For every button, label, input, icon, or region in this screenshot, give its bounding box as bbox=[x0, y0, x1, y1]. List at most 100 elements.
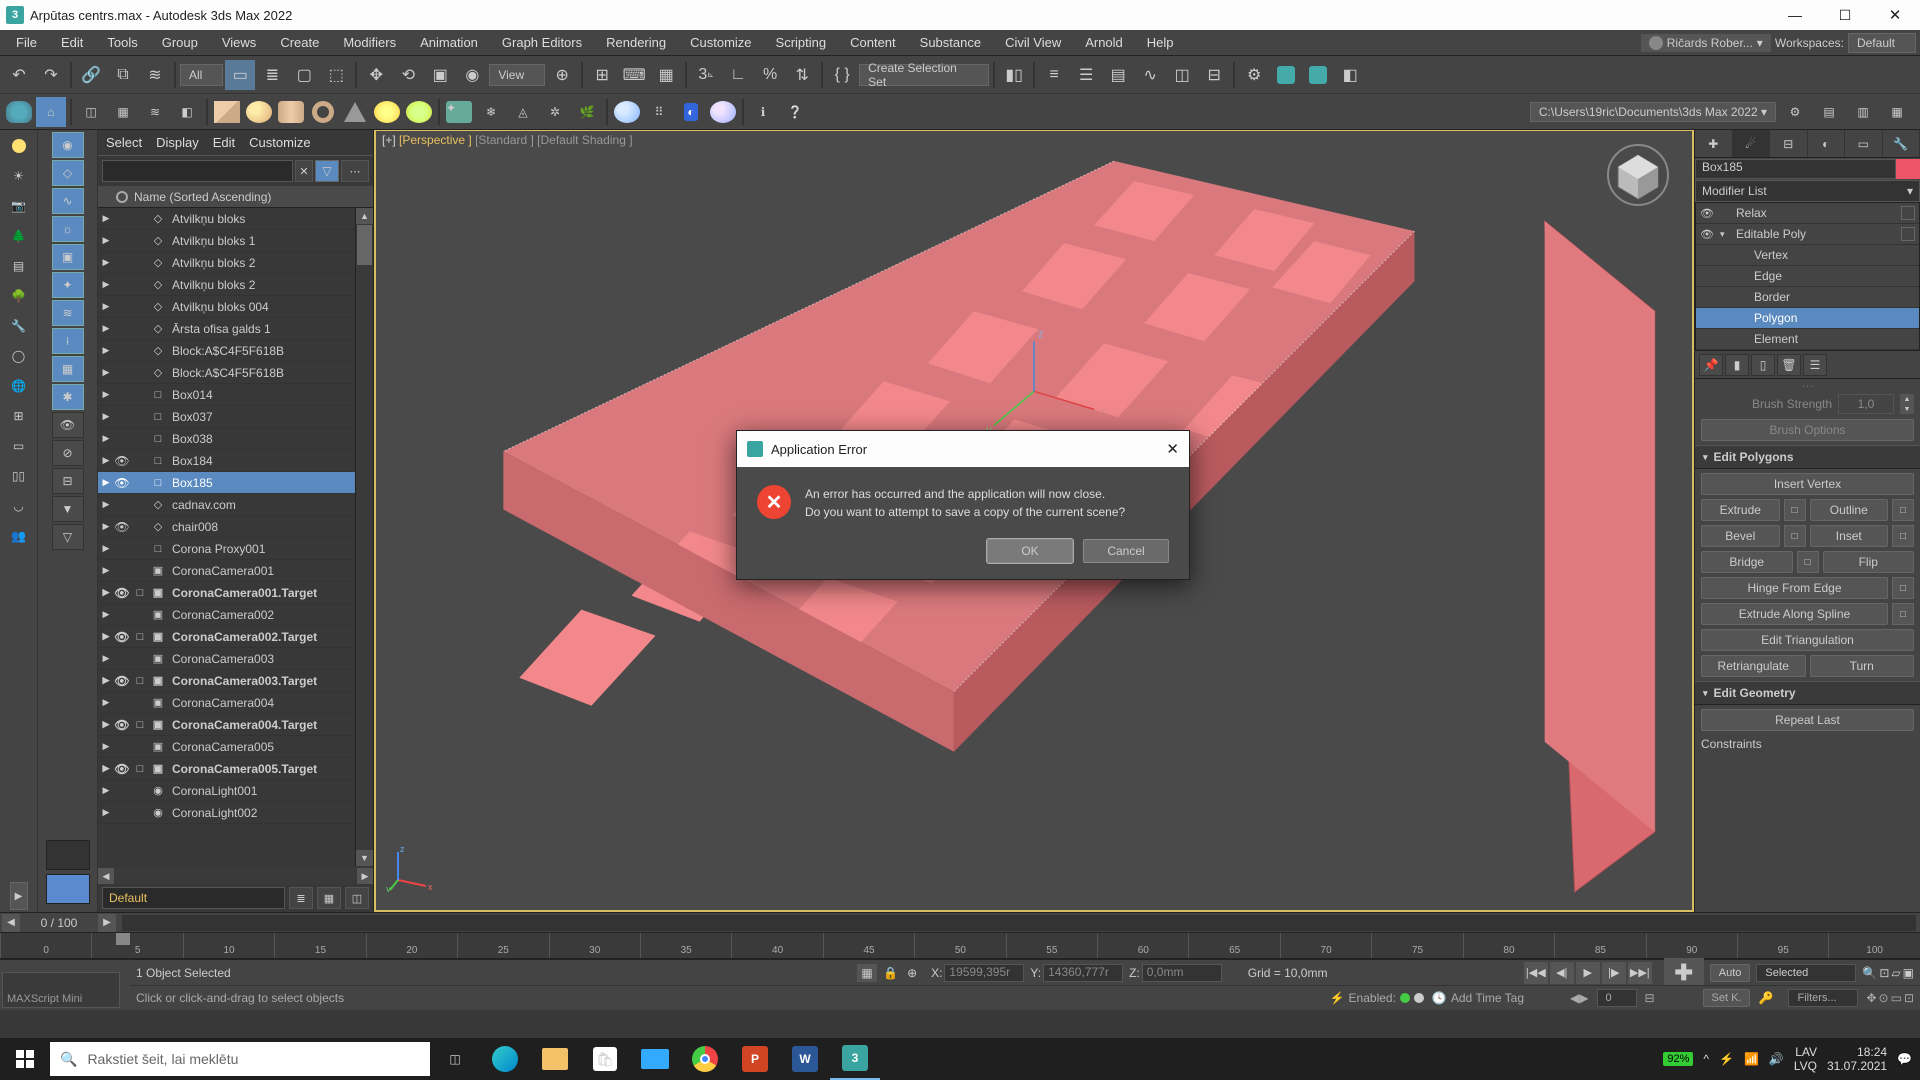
menu-customize[interactable]: Customize bbox=[678, 31, 763, 54]
keyfilter-combo[interactable]: Selected bbox=[1756, 964, 1856, 982]
bevel-button[interactable]: Bevel bbox=[1701, 525, 1780, 547]
camera-icon[interactable]: 📷 bbox=[3, 192, 35, 220]
time-config-button[interactable]: ⊟ bbox=[1645, 991, 1667, 1005]
list-item[interactable]: ▶◇Block:A$C4F5F618B bbox=[98, 340, 373, 362]
menu-rendering[interactable]: Rendering bbox=[594, 31, 678, 54]
inset-button[interactable]: Inset bbox=[1810, 525, 1889, 547]
list-item[interactable]: ▶◇Ārsta ofisa galds 1 bbox=[98, 318, 373, 340]
window-crossing-button[interactable]: ⬚ bbox=[321, 60, 351, 90]
power-icon[interactable]: ⚡ bbox=[1719, 1052, 1734, 1066]
track-right-button[interactable]: ▶ bbox=[98, 914, 116, 932]
track-slider[interactable] bbox=[122, 915, 1916, 931]
display-all-icon[interactable]: ◉ bbox=[52, 132, 84, 158]
lock-icon[interactable]: 🔒 bbox=[883, 966, 901, 980]
edit-tri-button[interactable]: Edit Triangulation bbox=[1701, 629, 1914, 651]
menu-grapheditors[interactable]: Graph Editors bbox=[490, 31, 594, 54]
circle-icon[interactable]: ◯ bbox=[3, 342, 35, 370]
y-field[interactable]: 14360,777r bbox=[1043, 964, 1123, 982]
search-clear-button[interactable]: ✕ bbox=[295, 160, 313, 182]
panel-icon[interactable]: ▭ bbox=[3, 432, 35, 460]
cmd-motion-tab[interactable]: ◐ bbox=[1808, 130, 1846, 157]
explorer-tab-select[interactable]: Select bbox=[106, 135, 142, 150]
globe-icon[interactable]: 🌐 bbox=[3, 372, 35, 400]
cmd-hierarchy-tab[interactable]: ⊟ bbox=[1770, 130, 1808, 157]
tree2-icon[interactable]: 🌳 bbox=[3, 282, 35, 310]
dialog-close-button[interactable]: ✕ bbox=[1166, 440, 1179, 458]
brush-strength-field[interactable]: 1,0 bbox=[1838, 394, 1894, 414]
start-button[interactable] bbox=[0, 1038, 50, 1080]
bind-spacewarp-button[interactable]: ≋ bbox=[140, 60, 170, 90]
crosshair-icon[interactable]: ⊕ bbox=[907, 966, 925, 980]
maximize-vp-button[interactable]: ▣ bbox=[1903, 966, 1914, 980]
redo-button[interactable]: ↷ bbox=[36, 60, 66, 90]
next-frame-button[interactable]: |▶ bbox=[1602, 962, 1626, 984]
path-btn3-icon[interactable]: ▥ bbox=[1848, 97, 1878, 127]
menu-tools[interactable]: Tools bbox=[95, 31, 149, 54]
show-end-button[interactable]: ▮ bbox=[1725, 354, 1749, 376]
manipulate-button[interactable]: ⊞ bbox=[587, 60, 617, 90]
display-bone-icon[interactable]: ⟊ bbox=[52, 328, 84, 354]
cmd-create-tab[interactable]: ✚ bbox=[1695, 130, 1733, 157]
box-primitive-icon[interactable] bbox=[212, 97, 242, 127]
setkey-button[interactable]: Set K. bbox=[1703, 989, 1751, 1007]
goto-end-button[interactable]: ▶▶| bbox=[1628, 962, 1652, 984]
list-item[interactable]: ▶◉CoronaLight001 bbox=[98, 780, 373, 802]
select-by-name-button[interactable]: ≣ bbox=[257, 60, 287, 90]
grid-icon[interactable]: ⊞ bbox=[3, 402, 35, 430]
placement-button[interactable]: ◉ bbox=[457, 60, 487, 90]
timeline[interactable]: 0510152025303540455055606570758085909510… bbox=[0, 932, 1920, 958]
display-cont-icon[interactable]: ▦ bbox=[52, 356, 84, 382]
stack-row[interactable]: Polygon bbox=[1696, 308, 1919, 329]
brush-strength-spinner[interactable]: ▲▼ bbox=[1900, 394, 1914, 414]
list-item[interactable]: ▶👁◇chair008 bbox=[98, 516, 373, 538]
edit-named-sel-button[interactable]: { } bbox=[827, 60, 857, 90]
minimize-button[interactable]: — bbox=[1770, 0, 1820, 30]
pan-button[interactable]: ✥ bbox=[1866, 991, 1876, 1005]
path-btn1-icon[interactable]: ⚙ bbox=[1780, 97, 1810, 127]
taskbar-search[interactable]: 🔍 Rakstiet šeit, lai meklētu bbox=[50, 1042, 430, 1076]
stack-row[interactable]: 👁Relax bbox=[1696, 203, 1919, 224]
list-item[interactable]: ▶▣CoronaCamera001 bbox=[98, 560, 373, 582]
select-object-button[interactable]: ▭ bbox=[225, 60, 255, 90]
menu-views[interactable]: Views bbox=[210, 31, 268, 54]
taskbar-lang[interactable]: LAV LVQ bbox=[1794, 1045, 1817, 1074]
extrude-spline-settings-button[interactable]: □ bbox=[1892, 603, 1914, 625]
explorer-tab-customize[interactable]: Customize bbox=[249, 135, 310, 150]
store-icon[interactable]: 🛍 bbox=[580, 1038, 630, 1080]
light-bulb-icon[interactable] bbox=[3, 132, 35, 160]
list-item[interactable]: ▶▣CoronaCamera005 bbox=[98, 736, 373, 758]
modifier-list-combo[interactable]: Modifier List bbox=[1695, 180, 1920, 202]
list-item[interactable]: ▶👁□▣CoronaCamera001.Target bbox=[98, 582, 373, 604]
particle4-icon[interactable]: ✲ bbox=[540, 97, 570, 127]
mat-btn1[interactable]: ≣ bbox=[289, 887, 313, 909]
autokey-button[interactable]: Auto bbox=[1710, 964, 1751, 982]
keyboard-shortcut-button[interactable]: ⌨ bbox=[619, 60, 649, 90]
play-button[interactable]: ▶ bbox=[1576, 962, 1600, 984]
list-item[interactable]: ▶▣CoronaCamera004 bbox=[98, 692, 373, 714]
keymode-button[interactable]: 🔑 bbox=[1758, 991, 1780, 1005]
menu-arnold[interactable]: Arnold bbox=[1073, 31, 1135, 54]
mail-icon[interactable] bbox=[630, 1038, 680, 1080]
outline-button[interactable]: Outline bbox=[1810, 499, 1889, 521]
render-setup-button[interactable]: ⚙ bbox=[1239, 60, 1269, 90]
flip-button[interactable]: Flip bbox=[1823, 551, 1915, 573]
path-btn2-icon[interactable]: ▤ bbox=[1814, 97, 1844, 127]
tree-icon[interactable]: 🌲 bbox=[3, 222, 35, 250]
link-button[interactable]: 🔗 bbox=[76, 60, 106, 90]
chrome-icon[interactable] bbox=[680, 1038, 730, 1080]
list-item[interactable]: ▶□Corona Proxy001 bbox=[98, 538, 373, 560]
fov-button[interactable]: ▱ bbox=[1891, 966, 1900, 980]
percent-snap-button[interactable]: % bbox=[755, 60, 785, 90]
list-item[interactable]: ▶👁□▣CoronaCamera004.Target bbox=[98, 714, 373, 736]
spinner-snap-button[interactable]: ⇅ bbox=[787, 60, 817, 90]
mat-btn2[interactable]: ▦ bbox=[317, 887, 341, 909]
display-geom-icon[interactable]: ◇ bbox=[52, 160, 84, 186]
menu-content[interactable]: Content bbox=[838, 31, 908, 54]
list-item[interactable]: ▶◇cadnav.com bbox=[98, 494, 373, 516]
explorer-search-input[interactable] bbox=[102, 160, 293, 182]
help-icon[interactable]: ❔ bbox=[780, 97, 810, 127]
workspace-selector[interactable]: Workspaces:Default bbox=[1775, 33, 1916, 53]
explorer-tab-edit[interactable]: Edit bbox=[213, 135, 235, 150]
material-combo[interactable]: Default bbox=[102, 887, 285, 909]
named-sel-button[interactable]: ▦ bbox=[651, 60, 681, 90]
